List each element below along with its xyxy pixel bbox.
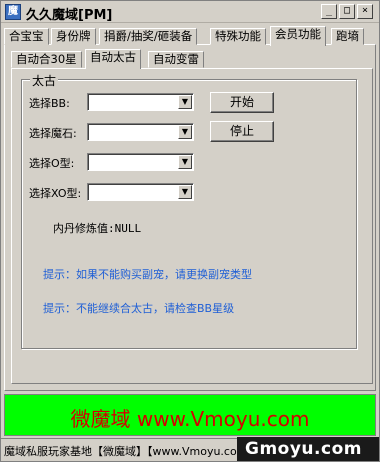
subtab-auto-taigu[interactable]: 自动太古 [85,49,141,69]
select-moshi-label: 选择魔石: [29,127,77,140]
maximize-button[interactable]: □ [339,4,355,19]
tab-member[interactable]: 会员功能 [270,26,326,46]
banner-text: 微魔域 www.Vmoyu.com [70,407,310,431]
subtab-auto-bianlei[interactable]: 自动变雷 [148,51,204,68]
groupbox-title: 太古 [30,72,59,89]
watermark-text: Gmoyu.com [245,439,362,459]
main-tabs: 合宝宝 身份牌 捐爵/抽奖/砸装备 特殊功能 会员功能 跑墒 [4,26,376,46]
tip-check-star: 提示：不能继续合太古，请检查BB星级 [43,302,235,315]
ad-banner[interactable]: 微魔域 www.Vmoyu.com [4,394,376,436]
chevron-down-icon[interactable]: ▼ [178,125,192,139]
select-xotype-label: 选择XO型: [29,187,82,200]
stop-button[interactable]: 停止 [210,121,274,142]
start-button[interactable]: 开始 [210,92,274,113]
tab-shenfenpai[interactable]: 身份牌 [51,28,96,45]
tab-juanjue[interactable]: 捐爵/抽奖/砸装备 [99,28,198,45]
chevron-down-icon[interactable]: ▼ [178,185,192,199]
close-button[interactable]: × [357,4,373,19]
neidan-readout: 内丹修炼值:NULL [53,220,141,236]
minimize-button[interactable]: _ [321,4,337,19]
sub-tabs: 自动合30星 自动太古 自动变雷 [11,49,311,69]
watermark: Gmoyu.com [237,437,379,461]
app-window: 魔 久久魔域[PM] _ □ × 合宝宝 身份牌 捐爵/抽奖/砸装备 特殊功能 … [0,0,380,462]
subtab-auto-30star[interactable]: 自动合30星 [11,51,82,68]
select-bb-label: 选择BB: [29,97,70,110]
neidan-value: NULL [114,222,142,235]
select-moshi-combo[interactable]: ▼ [87,123,194,141]
select-bb-combo[interactable]: ▼ [87,93,194,111]
select-otype-combo[interactable]: ▼ [87,153,194,171]
select-xotype-combo[interactable]: ▼ [87,183,194,201]
tab-special[interactable]: 特殊功能 [210,28,266,45]
tab-hebaobao[interactable]: 合宝宝 [4,28,49,45]
neidan-label: 内丹修炼值: [53,222,115,235]
tip-buy-pet: 提示：如果不能购买副宠，请更换副宠类型 [43,268,252,281]
tab-paoshang[interactable]: 跑墒 [331,28,364,45]
title-bar[interactable]: 魔 久久魔域[PM] _ □ × [1,1,379,23]
app-icon: 魔 [5,4,21,20]
window-title: 久久魔域[PM] [26,8,113,23]
select-otype-label: 选择O型: [29,157,75,170]
chevron-down-icon[interactable]: ▼ [178,95,192,109]
chevron-down-icon[interactable]: ▼ [178,155,192,169]
